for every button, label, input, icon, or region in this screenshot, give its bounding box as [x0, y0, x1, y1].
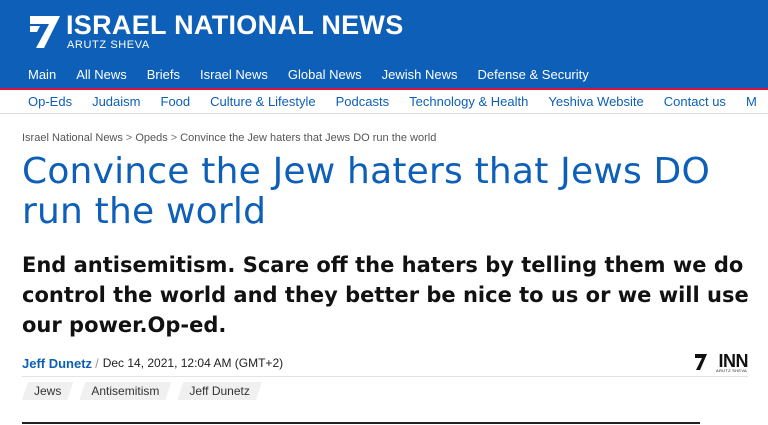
content-divider — [22, 422, 700, 424]
nav-link-defense-security[interactable]: Defense & Security — [477, 67, 588, 82]
tag-jeff-dunetz[interactable]: Jeff Dunetz — [177, 382, 261, 400]
secondary-navigation: Op-Eds Judaism Food Culture & Lifestyle … — [0, 88, 768, 114]
byline-separator: / — [95, 355, 99, 371]
nav-link-jewish-news[interactable]: Jewish News — [382, 67, 458, 82]
inn-seven-icon — [695, 354, 707, 370]
site-title: ISRAEL NATIONAL NEWS — [66, 10, 404, 40]
nav-link-israel-news[interactable]: Israel News — [200, 67, 268, 82]
breadcrumb-current: Convince the Jew haters that Jews DO run… — [180, 132, 437, 144]
nav-link-briefs[interactable]: Briefs — [147, 67, 180, 82]
breadcrumb-section[interactable]: Opeds — [135, 132, 167, 144]
article-deck: End antisemitism. Scare off the haters b… — [22, 253, 749, 337]
sub-link-culture-lifestyle[interactable]: Culture & Lifestyle — [210, 94, 316, 109]
sub-link-judaism[interactable]: Judaism — [92, 94, 140, 109]
masthead: ISRAEL NATIONAL NEWS ARUTZ SHEVA Main Al… — [0, 0, 768, 88]
nav-link-global-news[interactable]: Global News — [288, 67, 362, 82]
sub-link-food[interactable]: Food — [161, 94, 191, 109]
tag-jews[interactable]: Jews — [22, 382, 73, 400]
inn-logo: INN ARUTZ SHEVA — [690, 351, 748, 374]
sub-link-technology-health[interactable]: Technology & Health — [409, 94, 528, 109]
publish-date: Dec 14, 2021, 12:04 AM (GMT+2) — [102, 356, 284, 370]
seven-logo-icon — [30, 16, 60, 48]
breadcrumb: Israel National News > Opeds > Convince the … — [22, 132, 436, 144]
article-tags: Jews Antisemitism Jeff Dunetz — [22, 381, 262, 401]
sub-link-podcasts[interactable]: Podcasts — [336, 94, 389, 109]
sub-link-contact-us[interactable]: Contact us — [664, 94, 726, 109]
author-link[interactable]: Jeff Dunetz — [22, 356, 92, 371]
nav-link-all-news[interactable]: All News — [76, 67, 127, 82]
sub-link-more[interactable]: M — [746, 94, 757, 109]
article-headline: Convince the Jew haters that Jews DO run… — [22, 151, 711, 232]
nav-link-main[interactable]: Main — [28, 67, 56, 82]
breadcrumb-separator: > — [170, 132, 178, 144]
breadcrumb-home[interactable]: Israel National News — [22, 132, 123, 144]
sub-link-op-eds[interactable]: Op-Eds — [28, 94, 72, 109]
inn-logo-subtext: ARUTZ SHEVA — [715, 368, 747, 373]
byline: Jeff Dunetz / Dec 14, 2021, 12:04 AM (GM… — [22, 351, 748, 374]
byline-divider — [22, 376, 748, 377]
tag-antisemitism[interactable]: Antisemitism — [79, 382, 171, 400]
site-subtitle: ARUTZ SHEVA — [67, 39, 150, 51]
sub-link-yeshiva-website[interactable]: Yeshiva Website — [548, 94, 643, 109]
main-navigation: Main All News Briefs Israel News Global … — [0, 62, 768, 86]
breadcrumb-separator: > — [125, 132, 133, 144]
